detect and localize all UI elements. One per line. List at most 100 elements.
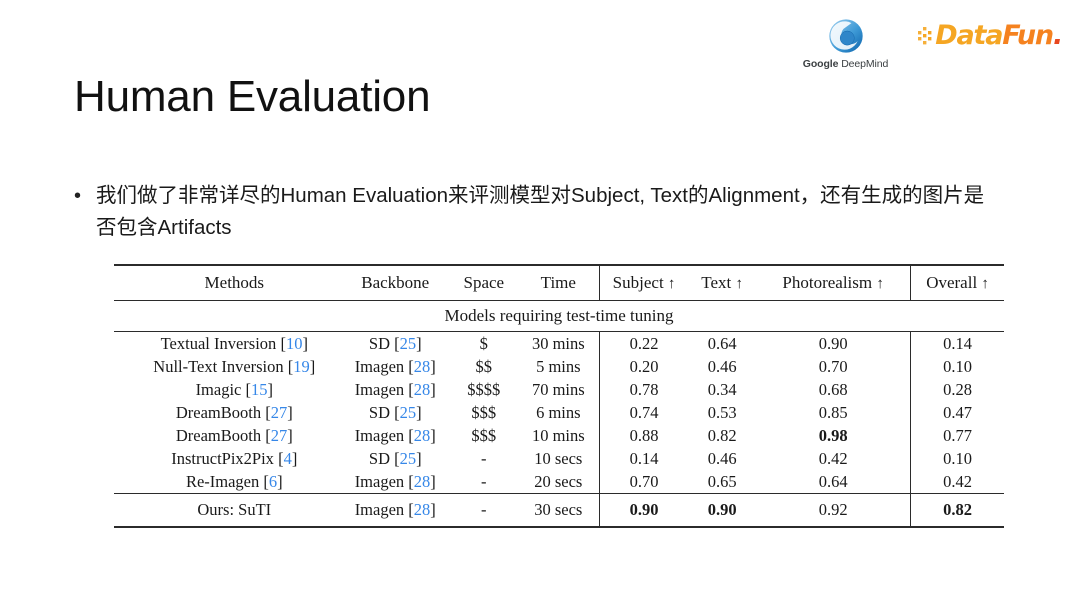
value-space: - [481,448,487,468]
bullet-text: 我们做了非常详尽的Human Evaluation来评测模型对Subject, … [96,184,985,239]
method-name: Re-Imagen [185,471,260,491]
citation-link[interactable]: 25 [400,334,417,353]
datafun-dot: . [1052,20,1063,51]
cell-photo: 0.85 [756,401,910,424]
cell-photo: 0.90 [756,331,911,355]
column-header-label: Space [463,273,505,292]
cell-subject: 0.70 [598,470,689,494]
datafun-dots-icon [918,26,932,44]
value-time: 10 secs [534,448,583,468]
value-photo: 0.42 [818,448,848,468]
cell-backbone: Imagen [28] [354,471,436,491]
cell-overall: 0.10 [910,447,1004,470]
column-header-photo: Photorealism ↑ [756,264,911,301]
sort-up-arrow-icon: ↑ [735,276,744,292]
sort-up-arrow-icon: ↑ [876,276,884,292]
google-deepmind-wordmark: Google DeepMind [802,58,889,70]
google-word: Google [802,58,839,70]
cell-photo: 0.64 [756,470,910,494]
value-photo: 0.85 [818,402,848,422]
value-text: 0.65 [707,471,737,491]
method-name: Ours: SuTI [197,500,272,519]
value-subject: 0.22 [629,333,659,353]
table-row: DreamBooth [27] Imagen [28] $$$ 10 mins 0.88… [114,424,1004,447]
value-time: 70 mins [531,379,585,399]
sort-up-arrow-icon: ↑ [667,276,676,292]
cell-text: 0.90 [688,493,757,527]
column-header-label: Subject [612,273,664,292]
backbone-name: SD [368,448,390,468]
column-header-backbone: Backbone [340,264,450,301]
value-overall: 0.10 [943,356,972,376]
group-label: Models requiring test-time tuning [114,300,1004,332]
citation-link[interactable]: 28 [414,426,431,445]
value-text: 0.64 [707,333,737,353]
method-name: Imagic [195,379,242,399]
sort-up-arrow-icon: ↑ [981,276,989,292]
logo-bar: Google DeepMind DataFun. [803,16,1063,70]
method-name: Null-Text Inversion [153,356,284,376]
value-overall: 0.28 [943,379,972,399]
cell-photo: 0.70 [756,355,910,378]
citation-link[interactable]: 15 [251,380,268,399]
value-time: 20 secs [534,471,583,491]
citation-link[interactable]: 6 [269,472,277,491]
method-name: DreamBooth [175,402,262,422]
column-header-label: Backbone [361,273,430,292]
cell-text: 0.46 [688,355,756,378]
backbone-name: Imagen [354,471,405,491]
citation-link[interactable]: 27 [271,403,288,422]
column-header-label: Time [540,273,576,292]
value-text: 0.46 [707,448,737,468]
cell-method: Textual Inversion [10] [114,331,341,355]
column-header-subject: Subject ↑ [598,264,689,301]
cell-space: - [450,447,518,470]
datafun-data-word: Data [935,20,1003,51]
cell-method: Imagic [15] [195,379,273,399]
cell-method: DreamBooth [27] [175,425,293,445]
citation-link[interactable]: 19 [293,357,310,376]
cell-overall: 0.28 [910,378,1004,401]
method-name: InstructPix2Pix [171,448,274,468]
bullet-paragraph: • 我们做了非常详尽的Human Evaluation来评测模型对Subject… [74,180,1004,244]
value-time: 6 mins [536,402,581,422]
cell-method: DreamBooth [27] [175,402,293,422]
cell-overall: 0.77 [910,424,1004,447]
datafun-fun-word: Fun [1002,20,1054,51]
cell-text: 0.64 [688,331,757,355]
cell-overall: 0.82 [910,493,1004,527]
value-text: 0.82 [707,425,737,445]
backbone-name: Imagen [354,379,405,399]
citation-link[interactable]: 28 [414,500,431,519]
citation-link[interactable]: 28 [414,472,431,491]
datafun-wordmark: DataFun. [935,20,1063,51]
cell-text: 0.82 [688,424,756,447]
value-space: $$$ [471,425,497,445]
citation-link[interactable]: 27 [271,426,288,445]
google-deepmind-logo: Google DeepMind [803,16,888,70]
citation-link[interactable]: 25 [400,403,417,422]
cell-time: 10 secs [518,447,600,470]
cell-backbone: SD [25] [368,402,422,422]
citation-link[interactable]: 10 [286,334,303,353]
citation-link[interactable]: 4 [284,449,292,468]
value-photo: 0.90 [818,333,848,353]
backbone-name: SD [368,402,390,422]
value-photo: 0.92 [818,500,848,519]
human-evaluation-results-table: Methods Backbone Space Time Subject ↑ Text ↑ P… [114,264,1004,529]
backbone-name: Imagen [354,425,405,445]
cell-time: 5 mins [518,355,600,378]
table-row: DreamBooth [27] SD [25] $$$ 6 mins 0.74 0.53 0… [114,401,1004,424]
value-overall: 0.42 [943,471,972,491]
cell-backbone: SD [25] [368,448,422,468]
cell-time: 20 secs [518,470,600,494]
cell-space: $$$$ [450,378,518,401]
citation-link[interactable]: 28 [414,357,431,376]
cell-text: 0.34 [688,378,756,401]
citation-link[interactable]: 25 [400,449,417,468]
column-header-overall: Overall ↑ [910,264,1004,301]
table-bottom-rule-cell [114,526,1004,529]
bullet-marker-icon: • [74,185,82,207]
citation-link[interactable]: 28 [414,380,431,399]
cell-time: 10 mins [518,424,600,447]
